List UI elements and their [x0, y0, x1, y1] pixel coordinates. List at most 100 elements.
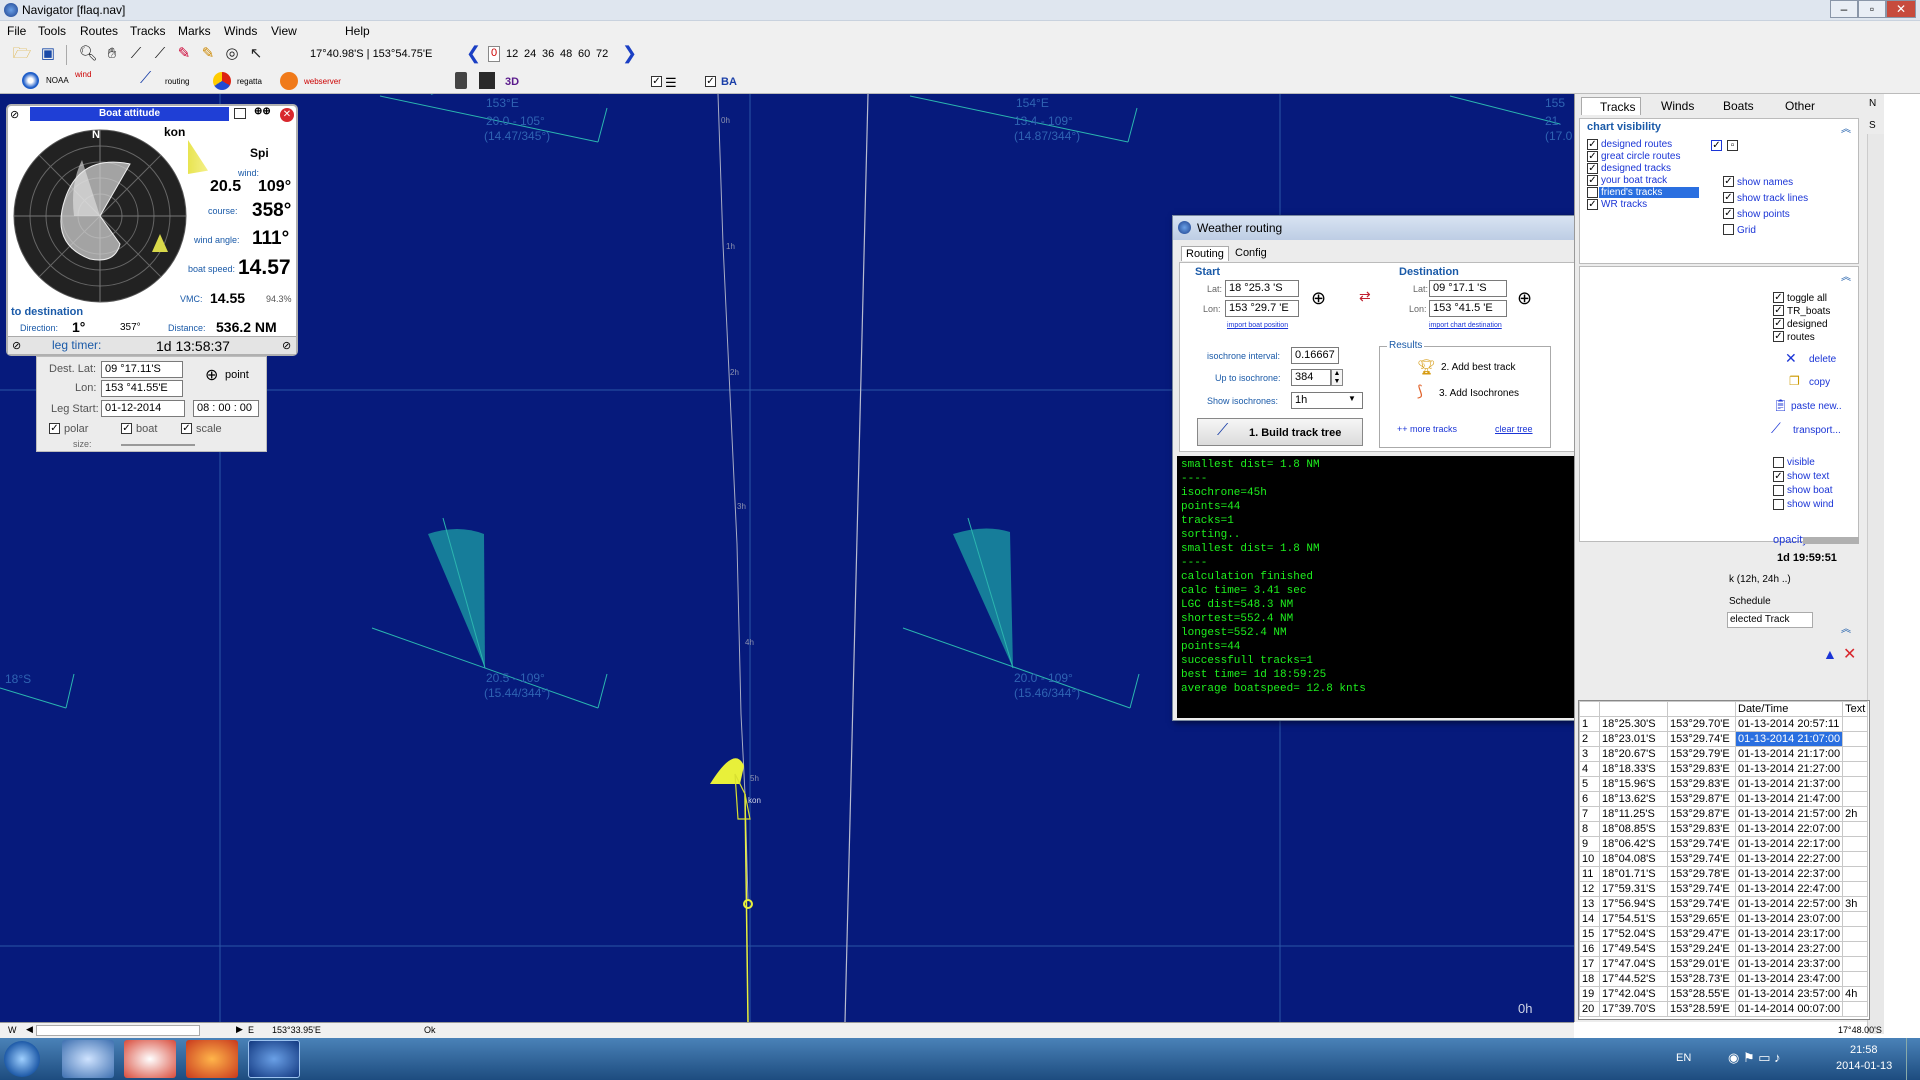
- vis-checkbox[interactable]: ✓: [1587, 139, 1598, 150]
- wind-link[interactable]: wind: [75, 70, 91, 79]
- paste-icon[interactable]: 📋︎: [1773, 398, 1788, 412]
- vis-checkbox[interactable]: ✓: [1587, 151, 1598, 162]
- toggle-3d[interactable]: 3D: [505, 76, 519, 88]
- show-names-checkbox[interactable]: ✓: [1723, 176, 1734, 187]
- ba-checkbox[interactable]: ✓: [705, 76, 716, 87]
- menu-file[interactable]: File: [7, 24, 26, 38]
- menu-winds[interactable]: Winds: [224, 24, 257, 38]
- vis-checkbox[interactable]: ✓: [1587, 175, 1598, 186]
- col-header[interactable]: Text: [1842, 701, 1869, 717]
- noaa-icon[interactable]: [22, 72, 39, 89]
- tab-routing[interactable]: Routing: [1181, 246, 1229, 261]
- remove-icon[interactable]: ✕: [1843, 644, 1856, 664]
- brush-icon[interactable]: ✎: [198, 44, 218, 64]
- delete-icon[interactable]: ✕: [1785, 350, 1797, 367]
- taskbar-app-messenger[interactable]: [62, 1040, 114, 1078]
- dest-crosshair-icon[interactable]: ⊕: [1517, 288, 1532, 309]
- col-header[interactable]: [1579, 701, 1600, 717]
- paste-new-button[interactable]: paste new..: [1791, 401, 1842, 412]
- measure-icon[interactable]: ⟋: [126, 44, 146, 64]
- minimize-button[interactable]: –: [1830, 0, 1858, 18]
- add-isochrones-button[interactable]: 3. Add Isochrones: [1439, 388, 1519, 399]
- copy-icon[interactable]: ❐: [1789, 374, 1800, 388]
- collapse-icon[interactable]: ︽: [1841, 268, 1851, 283]
- more-tracks-link[interactable]: ++ more tracks: [1397, 424, 1457, 434]
- menu-tools[interactable]: Tools: [38, 24, 66, 38]
- hand-pan-icon[interactable]: ✋︎: [102, 44, 122, 64]
- size-slider[interactable]: [121, 444, 195, 446]
- route-draw-icon[interactable]: ⟋: [150, 44, 170, 64]
- tr-boats-checkbox[interactable]: ✓: [1773, 305, 1784, 316]
- regatta-icon[interactable]: [213, 72, 231, 90]
- iso-interval-input[interactable]: 0.16667: [1291, 347, 1339, 364]
- vis-toggle-checkbox[interactable]: ✓: [1711, 140, 1722, 151]
- up-to-spinner[interactable]: ▲ ▼: [1331, 369, 1343, 386]
- table-row[interactable]: 9 18°06.42'S 153°29.74'E 01-13-2014 22:17:0…: [1579, 836, 1869, 852]
- vis-checkbox[interactable]: ✓: [1587, 199, 1598, 210]
- dest-lon-input[interactable]: 153 °41.5 'E: [1429, 300, 1507, 317]
- regatta-link[interactable]: regatta: [237, 77, 262, 86]
- language-indicator[interactable]: EN: [1676, 1052, 1691, 1064]
- taskbar-app-office[interactable]: [124, 1040, 176, 1078]
- hour-12[interactable]: 12: [506, 48, 518, 60]
- floppy-icon[interactable]: [479, 72, 495, 89]
- visible-checkbox[interactable]: [1773, 457, 1784, 468]
- grid-checkbox[interactable]: [1723, 224, 1734, 235]
- col-header[interactable]: [1599, 701, 1668, 717]
- table-row[interactable]: 18 17°44.52'S 153°28.73'E 01-13-2014 23:47:…: [1579, 971, 1869, 987]
- maximize-button[interactable]: ▫: [1858, 0, 1886, 18]
- import-boat-link[interactable]: import boat position: [1227, 322, 1288, 329]
- pencil-icon[interactable]: ✎: [174, 44, 194, 64]
- move-up-icon[interactable]: ▲: [1823, 646, 1837, 662]
- time-forward-icon[interactable]: ❯: [622, 43, 637, 64]
- chevron-down-icon[interactable]: ▼: [1348, 394, 1356, 403]
- dest-lat-input[interactable]: 09 °17.11'S: [101, 361, 183, 378]
- tab-winds[interactable]: Winds: [1643, 97, 1698, 115]
- show-desktop-button[interactable]: [1906, 1038, 1920, 1080]
- hour-48[interactable]: 48: [560, 48, 572, 60]
- polar-checkbox[interactable]: ✓: [49, 423, 60, 434]
- taskbar-app-navigator[interactable]: [248, 1040, 300, 1078]
- table-row[interactable]: 3 18°20.67'S 153°29.79'E 01-13-2014 21:17:0…: [1579, 746, 1869, 762]
- start-crosshair-icon[interactable]: ⊕: [1311, 288, 1326, 309]
- table-row[interactable]: 5 18°15.96'S 153°29.83'E 01-13-2014 21:37:0…: [1579, 776, 1869, 792]
- hscroll-right-icon[interactable]: ▶: [236, 1024, 243, 1035]
- dest-lon-input[interactable]: 153 °41.55'E: [101, 380, 183, 397]
- show-points-checkbox[interactable]: ✓: [1723, 208, 1734, 219]
- scale-checkbox[interactable]: ✓: [181, 423, 192, 434]
- table-row[interactable]: 2 18°23.01'S 153°29.74'E 01-13-2014 21:07:0…: [1579, 731, 1869, 747]
- show-text-checkbox[interactable]: ✓: [1773, 471, 1784, 482]
- routing-icon[interactable]: ⟋: [140, 70, 151, 88]
- col-header[interactable]: [1667, 701, 1736, 717]
- import-chart-link[interactable]: import chart destination: [1429, 322, 1502, 329]
- leg-start-time[interactable]: 08 : 00 : 00: [193, 400, 259, 417]
- point-crosshair-icon[interactable]: ⊕: [205, 365, 218, 385]
- designed-checkbox[interactable]: ✓: [1773, 318, 1784, 329]
- table-row[interactable]: 7 18°11.25'S 153°29.87'E 01-13-2014 21:57:0…: [1579, 806, 1869, 822]
- copy-button[interactable]: copy: [1809, 377, 1830, 388]
- boat-checkbox[interactable]: ✓: [121, 423, 132, 434]
- clock-time[interactable]: 21:58: [1850, 1044, 1878, 1056]
- show-boat-checkbox[interactable]: [1773, 485, 1784, 496]
- collapse-icon[interactable]: ︽: [1841, 120, 1851, 135]
- menu-help[interactable]: Help: [345, 24, 370, 38]
- panel-settings-icon[interactable]: ⊕⊕: [254, 106, 271, 117]
- vis-checkbox[interactable]: [1587, 187, 1598, 198]
- dest-lat-input[interactable]: 09 °17.1 'S: [1429, 280, 1507, 297]
- leg-timer-right-icon[interactable]: ⊘: [282, 339, 291, 352]
- webserver-link[interactable]: webserver: [304, 77, 341, 86]
- table-row[interactable]: 12 17°59.31'S 153°29.74'E 01-13-2014 22:47:…: [1579, 881, 1869, 897]
- close-button[interactable]: ✕: [1886, 0, 1916, 18]
- layers-icon[interactable]: ☰: [665, 75, 677, 91]
- leg-timer-left-icon[interactable]: ⊘: [12, 339, 21, 352]
- menu-marks[interactable]: Marks: [178, 24, 211, 38]
- delete-button[interactable]: delete: [1809, 354, 1836, 365]
- tab-other[interactable]: Other: [1767, 97, 1819, 115]
- table-row[interactable]: 6 18°13.62'S 153°29.87'E 01-13-2014 21:47:0…: [1579, 791, 1869, 807]
- opacity-slider[interactable]: [1803, 537, 1859, 544]
- table-row[interactable]: 19 17°42.04'S 153°28.55'E 01-13-2014 23:57:…: [1579, 986, 1869, 1002]
- menu-routes[interactable]: Routes: [80, 24, 118, 38]
- table-row[interactable]: 4 18°18.33'S 153°29.83'E 01-13-2014 21:27:0…: [1579, 761, 1869, 777]
- pointer-icon[interactable]: ↖: [246, 44, 266, 64]
- clear-tree-link[interactable]: clear tree: [1495, 424, 1533, 434]
